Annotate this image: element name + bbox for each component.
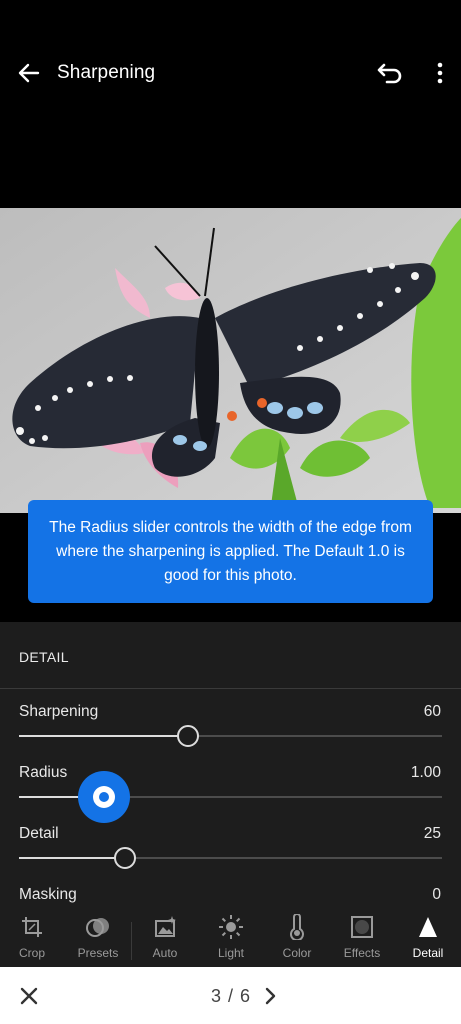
sharpening-label: Sharpening xyxy=(19,703,99,720)
tool-auto-label: Auto xyxy=(152,946,178,960)
tool-detail-label: Detail xyxy=(412,946,444,960)
tool-presets-label: Presets xyxy=(77,946,119,960)
detail-slider-thumb[interactable] xyxy=(113,847,136,869)
radius-label: Radius xyxy=(19,764,68,781)
tool-color-label: Color xyxy=(282,946,312,960)
tool-effects-label: Effects xyxy=(343,946,381,960)
divider xyxy=(0,688,461,689)
tool-crop-label: Crop xyxy=(18,946,45,960)
undo-icon xyxy=(377,63,402,84)
effects-icon xyxy=(349,914,375,940)
radius-thumb-dot xyxy=(98,792,109,802)
back-button[interactable] xyxy=(14,58,44,88)
sharpening-slider[interactable] xyxy=(19,735,442,737)
detail-icon xyxy=(415,914,441,940)
detail-slider[interactable] xyxy=(19,857,442,859)
light-icon xyxy=(218,914,244,940)
radius-value: 1.00 xyxy=(410,764,441,781)
close-icon xyxy=(20,987,38,1005)
tool-light[interactable]: Light xyxy=(201,906,261,967)
detail-value: 25 xyxy=(423,825,441,842)
chevron-right-icon xyxy=(265,987,276,1005)
more-vertical-icon xyxy=(437,62,443,84)
tool-detail[interactable]: Detail xyxy=(398,906,458,967)
radius-tooltip: The Radius slider controls the width of … xyxy=(28,500,433,603)
tool-presets[interactable]: Presets xyxy=(68,906,128,967)
tool-color[interactable]: Color xyxy=(267,906,327,967)
toolbar-separator xyxy=(131,922,132,960)
edit-toolbar: Crop Presets Auto Light Color Effects De… xyxy=(0,906,461,967)
masking-label: Masking xyxy=(19,886,77,903)
crop-icon xyxy=(19,914,45,940)
detail-label: Detail xyxy=(19,825,59,842)
arrow-left-icon xyxy=(18,63,40,83)
sharpening-slider-thumb[interactable] xyxy=(177,725,200,747)
sharpening-value: 60 xyxy=(423,703,441,720)
auto-icon xyxy=(152,914,178,940)
next-button[interactable] xyxy=(260,984,280,1008)
page-title: Sharpening xyxy=(57,62,156,83)
presets-icon xyxy=(85,914,111,940)
top-bar: Sharpening xyxy=(0,0,461,145)
tool-light-label: Light xyxy=(217,946,245,960)
color-icon xyxy=(284,914,310,940)
tutorial-nav-bar: 3 / 6 xyxy=(0,967,461,1024)
more-options-button[interactable] xyxy=(428,58,452,88)
photo-preview[interactable] xyxy=(0,208,461,513)
undo-button[interactable] xyxy=(374,58,406,88)
tool-auto[interactable]: Auto xyxy=(135,906,195,967)
tool-effects[interactable]: Effects xyxy=(332,906,392,967)
sharpening-slider-fill xyxy=(19,735,189,737)
tool-crop[interactable]: Crop xyxy=(2,906,62,967)
detail-slider-fill xyxy=(19,857,125,859)
masking-value: 0 xyxy=(432,886,441,903)
close-button[interactable] xyxy=(16,983,42,1009)
butterfly-photo xyxy=(0,208,461,513)
page-counter: 3 / 6 xyxy=(211,986,252,1006)
panel-header: DETAIL xyxy=(19,649,69,665)
